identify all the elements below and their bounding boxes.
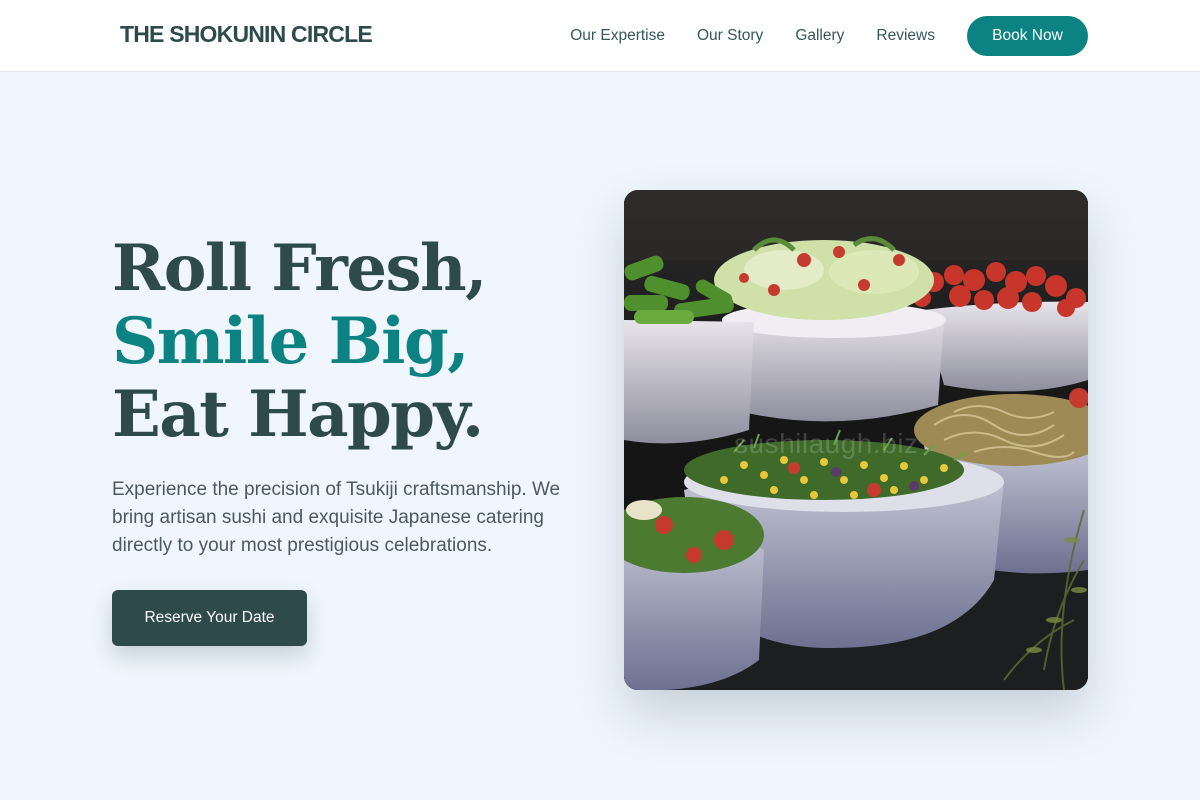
image-watermark: sushilaugh.biz — [734, 428, 919, 459]
headline-line-1: Roll Fresh, — [112, 231, 487, 306]
nav-link-our-story[interactable]: Our Story — [697, 27, 763, 45]
hero-description: Experience the precision of Tsukiji craf… — [112, 479, 561, 556]
site-header: THE SHOKUNIN CIRCLE Our Expertise Our St… — [0, 0, 1200, 72]
headline-line-2: Smile Big, — [112, 304, 469, 379]
book-now-button[interactable]: Book Now — [967, 16, 1088, 56]
hero-headline: Roll Fresh, Smile Big, Eat Happy. — [112, 231, 487, 452]
nav-link-reviews[interactable]: Reviews — [876, 27, 935, 45]
reserve-date-button[interactable]: Reserve Your Date — [112, 590, 307, 646]
headline-line-3: Eat Happy. — [112, 377, 484, 452]
main-nav: Our Expertise Our Story Gallery Reviews … — [570, 16, 1088, 56]
nav-link-our-expertise[interactable]: Our Expertise — [570, 27, 665, 45]
hero-image: sushilaugh.biz — [624, 190, 1088, 690]
nav-link-gallery[interactable]: Gallery — [795, 27, 844, 45]
brand-logo[interactable]: THE SHOKUNIN CIRCLE — [120, 21, 373, 48]
